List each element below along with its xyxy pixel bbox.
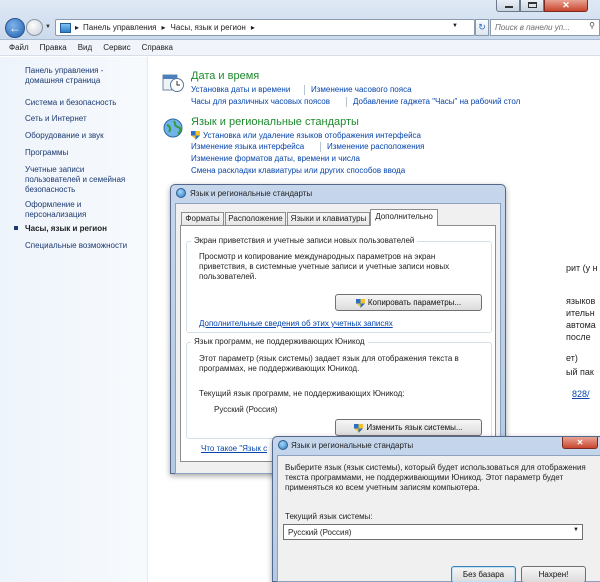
address-bar[interactable]: ▸ Панель управления ▸ Часы, язык и регио… — [55, 19, 475, 36]
menu-file[interactable]: Файл — [9, 43, 29, 52]
system-locale-select[interactable]: Русский (Россия) ▼ — [283, 524, 583, 540]
tab-formats[interactable]: Форматы — [181, 212, 224, 225]
search-icon[interactable]: ⚲ — [589, 21, 595, 30]
link-divider — [320, 142, 321, 152]
non-unicode-group-label: Язык программ, не поддерживающих Юникод — [191, 337, 368, 346]
uac-shield-icon — [191, 130, 200, 140]
search-input[interactable]: Поиск в панели уп... ⚲ — [490, 19, 600, 36]
sidebar-item-home[interactable]: Панель управления - домашняя страница — [25, 66, 125, 86]
breadcrumb-clock-region[interactable]: Часы, язык и регион — [171, 23, 246, 32]
cancel-button-label: Нахрен! — [538, 570, 569, 579]
non-unicode-text: Этот параметр (язык системы) задает язык… — [199, 354, 459, 373]
recent-pages-dropdown[interactable]: ▼ — [45, 24, 52, 31]
bg-text-fragment: после — [566, 332, 591, 342]
what-is-language-link[interactable]: Что такое "Язык с — [201, 444, 267, 453]
tab-location[interactable]: Расположение — [225, 212, 286, 225]
system-locale-close-button[interactable]: ✕ — [562, 437, 598, 449]
refresh-icon: ↻ — [478, 22, 486, 32]
minimize-icon — [505, 6, 513, 8]
menu-bar: Файл Правка Вид Сервис Справка — [0, 40, 600, 56]
forward-button[interactable] — [26, 19, 43, 36]
bg-text-fragment: автома — [566, 320, 596, 330]
bg-text-fragment: ый пак — [566, 367, 594, 377]
back-button[interactable]: ← — [5, 18, 25, 38]
chevron-down-icon: ▼ — [573, 527, 579, 533]
link-set-date-time[interactable]: Установка даты и времени — [191, 85, 290, 94]
copy-settings-button[interactable]: Копировать параметры... — [335, 294, 482, 311]
system-locale-dialog-title: Язык и региональные стандарты — [291, 441, 414, 450]
bg-text-fragment: ительн — [566, 308, 595, 318]
sidebar-item-system-security[interactable]: Система и безопасность — [25, 98, 145, 107]
cancel-button[interactable]: Нахрен! — [521, 566, 586, 582]
control-panel-icon — [60, 22, 71, 33]
uac-shield-icon — [355, 298, 365, 308]
sidebar-selected-marker — [14, 226, 18, 230]
link-change-display-language[interactable]: Изменение языка интерфейса — [191, 142, 304, 151]
current-non-unicode-label: Текущий язык программ, не поддерживающих… — [199, 389, 405, 398]
accounts-info-link[interactable]: Дополнительные сведения об этих учетных … — [199, 319, 393, 328]
regional-heading[interactable]: Язык и региональные стандарты — [191, 116, 359, 128]
bg-link-fragment: 828/ — [572, 389, 590, 399]
tab-languages-keyboards[interactable]: Языки и клавиатуры — [287, 212, 370, 225]
welcome-screen-text: Просмотр и копирование международных пар… — [199, 252, 450, 281]
address-dropdown-icon[interactable]: ▼ — [452, 23, 458, 29]
link-change-timezone[interactable]: Изменение часового пояса — [311, 85, 412, 94]
dialog-globe-icon — [278, 440, 288, 450]
back-arrow-icon: ← — [9, 21, 21, 35]
sidebar-item-network[interactable]: Сеть и Интернет — [25, 114, 145, 123]
breadcrumb-control-panel[interactable]: Панель управления — [83, 23, 157, 32]
close-icon: ✕ — [562, 0, 570, 10]
change-system-locale-label: Изменить язык системы... — [366, 423, 463, 432]
link-multiple-clocks[interactable]: Часы для различных часовых поясов — [191, 97, 330, 106]
change-system-locale-button[interactable]: Изменить язык системы... — [335, 419, 482, 436]
link-change-formats[interactable]: Изменение форматов даты, времени и числа — [191, 154, 360, 163]
system-locale-select-value: Русский (Россия) — [288, 528, 352, 537]
sidebar-item-clock-language-region[interactable]: Часы, язык и регион — [25, 224, 145, 233]
bg-text-fragment: ет) — [566, 353, 578, 363]
sidebar-item-hardware-sound[interactable]: Оборудование и звук — [25, 131, 145, 140]
clock-icon — [162, 71, 184, 93]
search-placeholder: Поиск в панели уп... — [495, 23, 570, 32]
sidebar-item-appearance[interactable]: Оформление и персонализация — [25, 200, 137, 220]
breadcrumb-sep-icon: ▸ — [75, 23, 80, 32]
link-change-location[interactable]: Изменение расположения — [327, 142, 424, 151]
bg-text-fragment: языков — [566, 296, 596, 306]
menu-view[interactable]: Вид — [78, 43, 92, 52]
datetime-heading[interactable]: Дата и время — [191, 70, 259, 82]
menu-edit[interactable]: Правка — [40, 43, 67, 52]
breadcrumb-sep-icon: ▸ — [161, 23, 166, 32]
welcome-screen-group-label: Экран приветствия и учетные записи новых… — [191, 236, 418, 245]
sidebar-item-programs[interactable]: Программы — [25, 148, 145, 157]
tab-administrative[interactable]: Дополнительно — [370, 209, 438, 226]
menu-tools[interactable]: Сервис — [103, 43, 130, 52]
globe-icon — [162, 117, 184, 139]
link-divider — [346, 97, 347, 107]
system-locale-instructions: Выберите язык (язык системы), который бу… — [285, 463, 586, 492]
dialog-globe-icon — [176, 188, 186, 198]
control-panel-window: ← ▼ ▸ Панель управления ▸ Часы, язык и р… — [0, 0, 600, 582]
uac-shield-icon — [354, 423, 364, 433]
link-install-display-language[interactable]: Установка или удаление языков отображени… — [191, 130, 421, 140]
current-system-locale-label: Текущий язык системы: — [285, 512, 373, 521]
close-button[interactable]: ✕ — [544, 0, 588, 12]
sidebar-item-accessibility[interactable]: Специальные возможности — [25, 241, 145, 250]
link-add-clock-gadget[interactable]: Добавление гаджета "Часы" на рабочий сто… — [353, 97, 520, 106]
ok-button[interactable]: Без базара — [451, 566, 516, 582]
maximize-button[interactable] — [520, 0, 544, 12]
copy-settings-label: Копировать параметры... — [367, 298, 462, 307]
link-change-keyboard[interactable]: Смена раскладки клавиатуры или других сп… — [191, 166, 405, 175]
regional-dialog-title: Язык и региональные стандарты — [190, 189, 313, 198]
minimize-button[interactable] — [496, 0, 520, 12]
breadcrumb-sep-icon: ▸ — [250, 23, 255, 32]
link-divider — [304, 85, 305, 95]
ok-button-label: Без базара — [462, 570, 505, 579]
link-install-display-language-text[interactable]: Установка или удаление языков отображени… — [203, 131, 421, 140]
menu-help[interactable]: Справка — [142, 43, 173, 52]
close-icon: ✕ — [576, 438, 584, 447]
current-non-unicode-value: Русский (Россия) — [214, 405, 278, 414]
sidebar-item-user-accounts[interactable]: Учетные записи пользователей и семейная … — [25, 165, 137, 195]
bg-text-fragment: рит (у н — [566, 263, 598, 273]
maximize-icon — [528, 2, 537, 8]
refresh-button[interactable]: ↻ — [475, 19, 489, 36]
